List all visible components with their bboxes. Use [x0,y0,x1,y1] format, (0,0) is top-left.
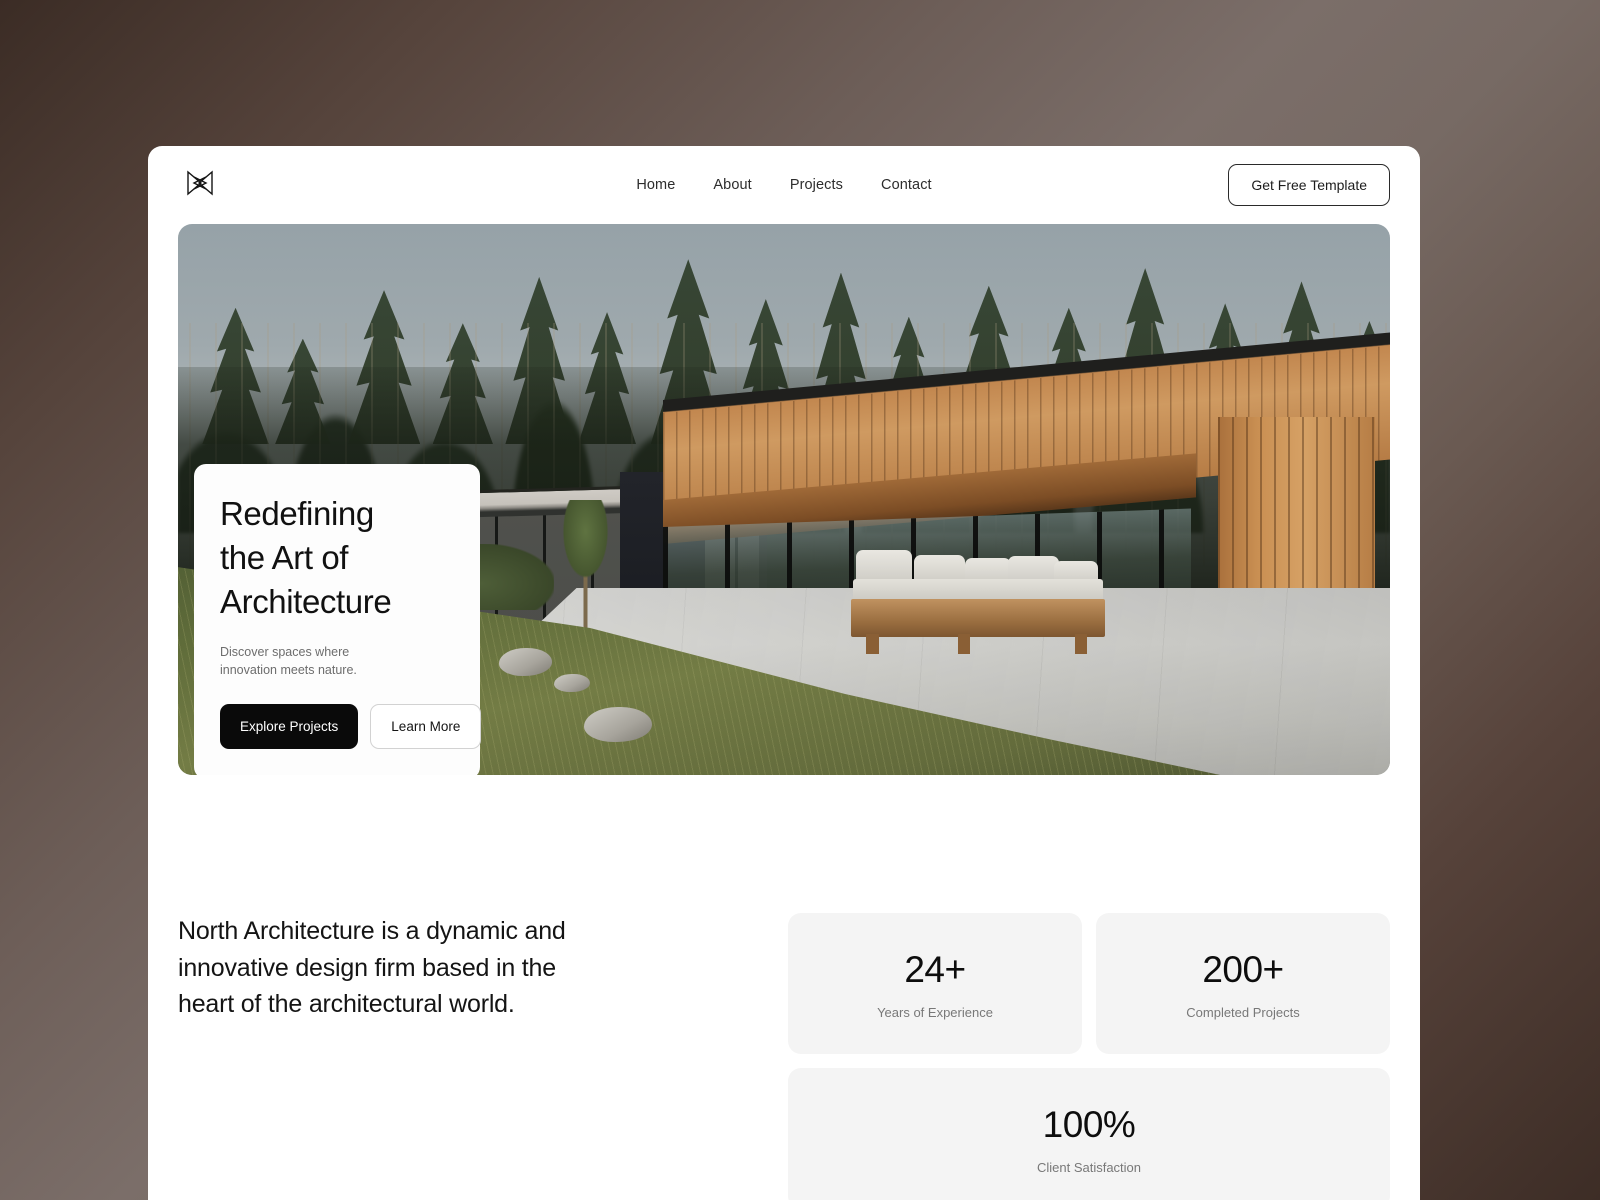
stat-label: Completed Projects [1186,1005,1300,1020]
stat-card-completed-projects: 200+ Completed Projects [1096,913,1390,1054]
learn-more-button[interactable]: Learn More [370,704,482,750]
courtyard-sapling [559,499,611,643]
hero-content-card: Redefining the Art of Architecture Disco… [194,464,482,775]
stat-value: 200+ [1202,949,1284,990]
outdoor-daybed [850,549,1106,654]
hero-headline-line-2: the Art of [220,539,349,577]
explore-projects-button[interactable]: Explore Projects [220,704,359,750]
hero-headline-line-1: Redefining [220,495,374,532]
stat-value: 100% [1042,1104,1136,1145]
rock [584,706,652,742]
nav-item-about[interactable]: About [713,177,751,193]
nav-item-projects[interactable]: Projects [790,177,843,193]
stat-card-client-satisfaction: 100% Client Satisfaction [788,1068,1390,1200]
hero-subtitle: Discover spaces where innovation meets n… [220,644,357,678]
top-navigation-bar: Home About Projects Contact Get Free Tem… [148,146,1420,224]
stat-card-years-of-experience: 24+ Years of Experience [788,913,1082,1054]
bowtie-monogram-icon [185,168,215,203]
get-free-template-button[interactable]: Get Free Template [1228,164,1390,206]
nav-item-home[interactable]: Home [636,177,675,193]
nav-item-contact[interactable]: Contact [881,177,932,193]
stats-grid: 24+ Years of Experience 200+ Completed P… [788,913,1390,1200]
about-section: North Architecture is a dynamic and inno… [148,775,1420,1200]
hero-action-buttons: Explore Projects Learn More [220,704,482,750]
brand-logo[interactable] [180,165,220,205]
page-sheet: Home About Projects Contact Get Free Tem… [148,146,1420,1200]
hero-headline: Redefining the Art of Architecture [220,492,454,625]
stat-label: Years of Experience [877,1005,993,1020]
about-paragraph: North Architecture is a dynamic and inno… [178,917,566,1018]
stat-value: 24+ [904,949,966,990]
stat-label: Client Satisfaction [1036,1160,1142,1175]
hero-section: Redefining the Art of Architecture Disco… [178,224,1390,775]
hero-headline-line-3: Architecture [220,583,392,621]
